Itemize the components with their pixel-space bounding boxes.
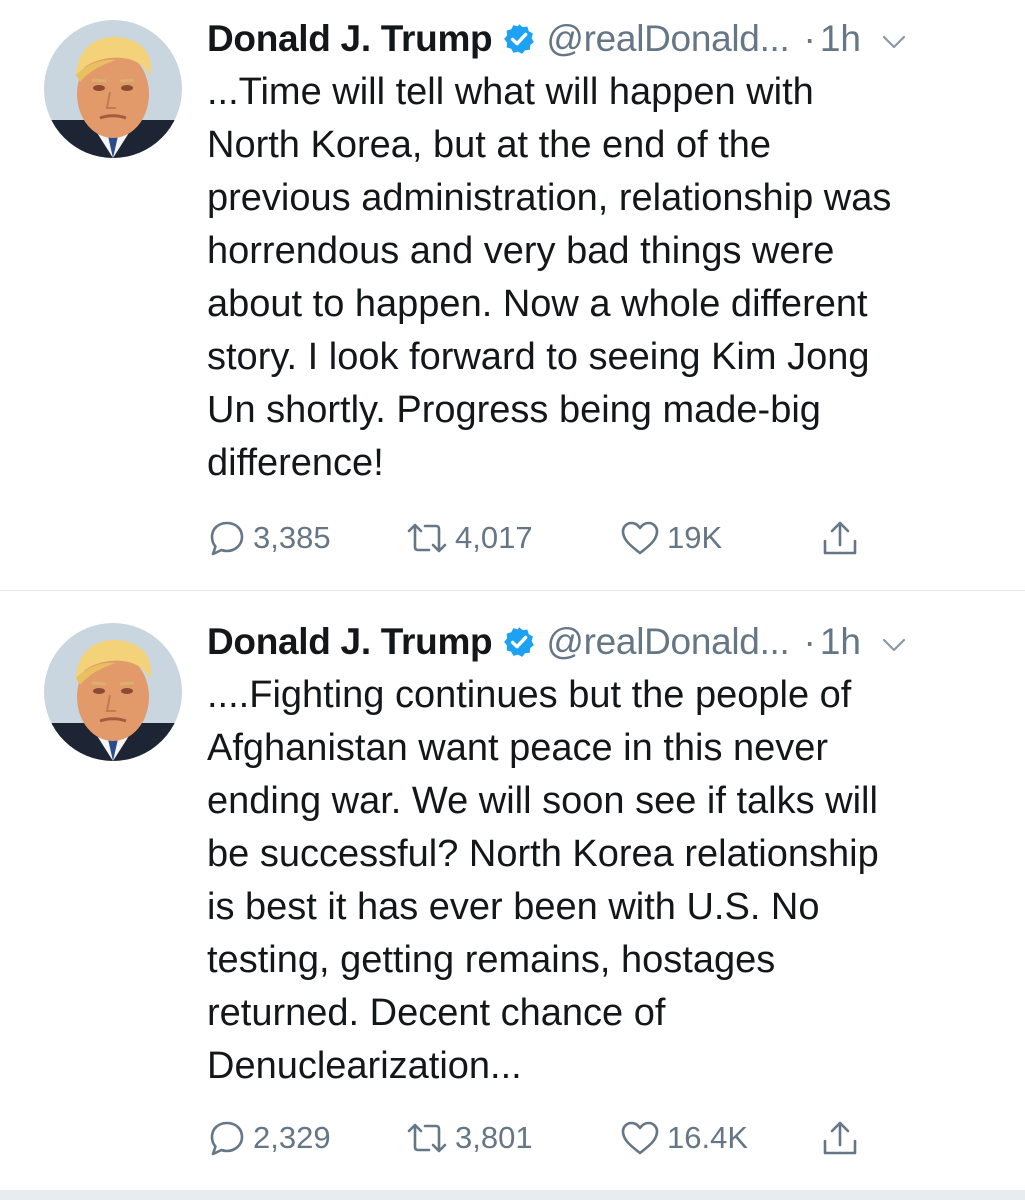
separator-dot: · [803, 18, 816, 59]
feed-bottom-edge [0, 1190, 1025, 1200]
tweet-content: Donald J. Trump @realDonald... · 1h ....… [207, 617, 997, 1093]
retweet-icon [405, 518, 449, 558]
share-button[interactable] [819, 1116, 861, 1160]
reply-bubble-icon [207, 1118, 247, 1158]
chevron-down-icon[interactable] [879, 630, 909, 660]
retweet-icon [405, 1118, 449, 1158]
tweet-feed: Donald J. Trump @realDonald... · 1h ...T… [0, 0, 1025, 1200]
verified-badge-icon [502, 625, 536, 659]
tweet-timestamp[interactable]: 1h [820, 18, 861, 60]
like-button[interactable]: 16.4K [619, 1116, 748, 1160]
share-button[interactable] [819, 516, 861, 560]
chevron-down-icon[interactable] [879, 27, 909, 57]
tweet[interactable]: Donald J. Trump @realDonald... · 1h ...T… [0, 0, 1025, 590]
author-handle[interactable]: @realDonald... [546, 621, 789, 663]
tweet[interactable]: Donald J. Trump @realDonald... · 1h ....… [0, 590, 1025, 1192]
retweet-count: 3,801 [455, 1120, 533, 1155]
reply-button[interactable]: 3,385 [207, 516, 331, 560]
heart-icon [619, 518, 661, 558]
retweet-button[interactable]: 4,017 [405, 516, 533, 560]
reply-button[interactable]: 2,329 [207, 1116, 331, 1160]
tweet-content: Donald J. Trump @realDonald... · 1h ...T… [207, 14, 997, 490]
separator-dot: · [803, 621, 816, 662]
verified-badge-icon [502, 22, 536, 56]
author-name[interactable]: Donald J. Trump [207, 621, 493, 663]
reply-count: 3,385 [253, 520, 331, 555]
like-count: 19K [667, 520, 723, 555]
share-icon [819, 1117, 861, 1159]
tweet-timestamp[interactable]: 1h [820, 621, 861, 663]
reply-bubble-icon [207, 518, 247, 558]
author-name[interactable]: Donald J. Trump [207, 18, 493, 60]
avatar[interactable] [44, 623, 182, 761]
retweet-button[interactable]: 3,801 [405, 1116, 533, 1160]
like-count: 16.4K [667, 1120, 749, 1155]
like-button[interactable]: 19K [619, 516, 722, 560]
tweet-header: Donald J. Trump @realDonald... · 1h [207, 14, 997, 64]
tweet-header: Donald J. Trump @realDonald... · 1h [207, 617, 997, 667]
share-icon [819, 517, 861, 559]
reply-count: 2,329 [253, 1120, 331, 1155]
avatar[interactable] [44, 20, 182, 158]
author-handle[interactable]: @realDonald... [546, 18, 789, 60]
tweet-text: ....Fighting continues but the people of… [207, 674, 879, 1087]
retweet-count: 4,017 [455, 520, 533, 555]
heart-icon [619, 1118, 661, 1158]
tweet-text: ...Time will tell what will happen with … [207, 71, 892, 484]
